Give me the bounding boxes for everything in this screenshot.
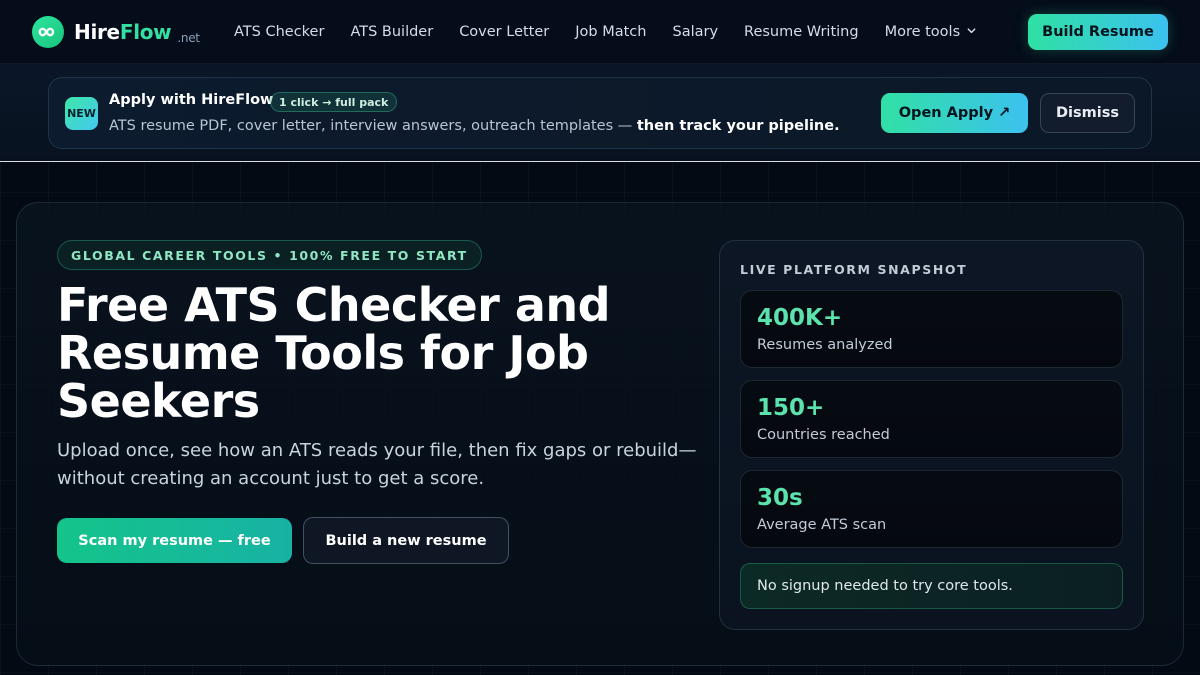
nav-more-tools[interactable]: More tools — [885, 24, 978, 40]
nav-more-tools-label: More tools — [884, 24, 961, 40]
stat-label: Countries reached — [757, 427, 890, 443]
stat-label: Resumes analyzed — [757, 337, 893, 353]
stat-value: 30s — [757, 485, 803, 511]
announcement-pill: 1 click → full pack — [270, 92, 398, 112]
hero-subtitle: Upload once, see how an ATS reads your f… — [57, 440, 697, 489]
chevron-down-icon — [966, 24, 977, 40]
announcement-description-text: ATS resume PDF, cover letter, interview … — [109, 118, 637, 134]
logo-tld: .net — [177, 31, 200, 45]
hero-card: GLOBAL CAREER TOOLS • 100% FREE TO START… — [16, 202, 1184, 666]
stat-card-countries: 150+ Countries reached — [740, 380, 1123, 458]
nav-job-match[interactable]: Job Match — [575, 24, 646, 40]
no-signup-note: No signup needed to try core tools. — [740, 563, 1123, 609]
logo[interactable]: HireFlow .net — [32, 16, 200, 48]
build-resume-button[interactable]: Build Resume — [1028, 14, 1168, 50]
announcement-description: ATS resume PDF, cover letter, interview … — [109, 118, 840, 134]
build-new-resume-button[interactable]: Build a new resume — [303, 517, 509, 564]
logo-hire: Hire — [74, 20, 120, 44]
hero-title: Free ATS Checker and Resume Tools for Jo… — [57, 278, 611, 428]
stat-card-resumes: 400K+ Resumes analyzed — [740, 290, 1123, 368]
nav-cover-letter[interactable]: Cover Letter — [459, 24, 549, 40]
nav-resume-writing[interactable]: Resume Writing — [744, 24, 859, 40]
logo-infinity-icon — [32, 16, 64, 48]
stat-value: 150+ — [757, 395, 825, 421]
stat-value: 400K+ — [757, 305, 843, 331]
nav-links: ATS Checker ATS Builder Cover Letter Job… — [234, 0, 1003, 64]
snapshot-label: LIVE PLATFORM SNAPSHOT — [740, 262, 968, 277]
announcement-band: NEW Apply with HireFlow 1 click → full p… — [0, 64, 1200, 162]
top-navigation: HireFlow .net ATS Checker ATS Builder Cov… — [0, 0, 1200, 64]
new-badge: NEW — [65, 97, 98, 130]
nav-ats-checker[interactable]: ATS Checker — [234, 24, 324, 40]
stat-label: Average ATS scan — [757, 517, 887, 533]
announcement-card: NEW Apply with HireFlow 1 click → full p… — [48, 77, 1152, 149]
platform-snapshot-panel: LIVE PLATFORM SNAPSHOT 400K+ Resumes ana… — [719, 240, 1144, 630]
announcement-description-bold: then track your pipeline. — [636, 118, 840, 134]
announcement-title: Apply with HireFlow — [109, 92, 274, 108]
dismiss-button[interactable]: Dismiss — [1040, 93, 1135, 133]
hero-eyebrow: GLOBAL CAREER TOOLS • 100% FREE TO START — [57, 240, 482, 270]
nav-salary[interactable]: Salary — [672, 24, 718, 40]
nav-ats-builder[interactable]: ATS Builder — [350, 24, 433, 40]
scan-resume-button[interactable]: Scan my resume — free — [57, 518, 292, 563]
open-apply-button[interactable]: Open Apply ↗ — [881, 93, 1028, 133]
logo-flow: Flow — [119, 20, 172, 44]
stat-card-scan-time: 30s Average ATS scan — [740, 470, 1123, 548]
logo-text: HireFlow .net — [74, 20, 200, 45]
